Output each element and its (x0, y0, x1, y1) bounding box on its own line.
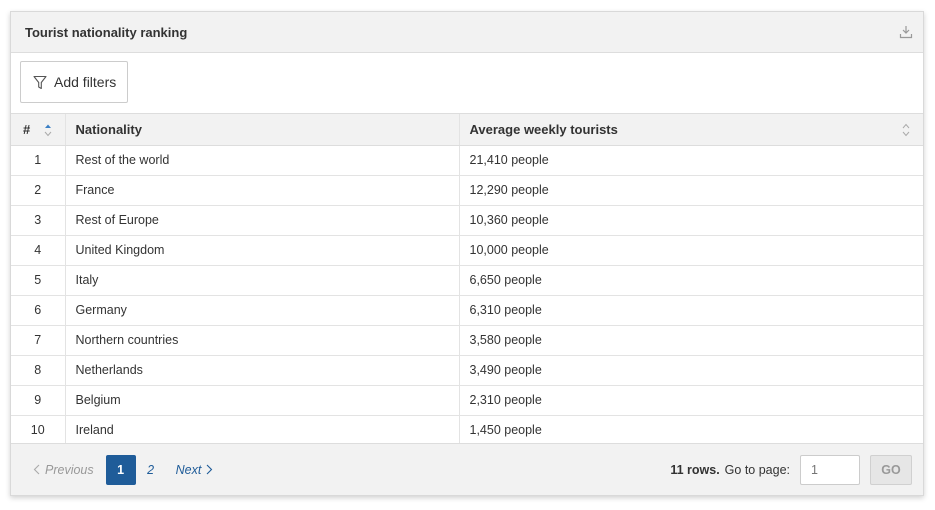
nationality-cell: Northern countries (65, 325, 460, 356)
rank-cell: 4 (11, 235, 66, 266)
rank-cell: 2 (11, 175, 66, 206)
rank-cell: 1 (11, 145, 66, 176)
tourists-cell: 12,290 people (459, 175, 923, 206)
rank-cell: 8 (11, 355, 66, 386)
nationality-cell: Rest of the world (65, 145, 460, 176)
rank-cell: 9 (11, 385, 66, 416)
rank-cell: 5 (11, 265, 66, 296)
next-label: Next (175, 462, 202, 477)
nationality-cell: Netherlands (65, 355, 460, 386)
nationality-cell: Rest of Europe (65, 205, 460, 236)
card-header: Tourist nationality ranking (11, 12, 923, 53)
goto-page-controls: 11 rows. Go to page: GO (670, 454, 912, 485)
column-header-rank[interactable]: # (11, 114, 66, 146)
tourists-cell: 6,650 people (459, 265, 923, 296)
previous-button: Previous (33, 463, 94, 477)
next-button[interactable]: Next (176, 463, 214, 477)
card-title: Tourist nationality ranking (25, 24, 188, 40)
tourists-cell: 3,580 people (459, 325, 923, 356)
filter-toolbar: Add filters (11, 53, 923, 114)
sort-icon[interactable] (901, 123, 911, 137)
table-row: 6 Germany 6,310 people (11, 295, 923, 326)
download-icon[interactable] (898, 24, 914, 40)
previous-label: Previous (45, 462, 94, 477)
table-header-row: # Nationality Average weekly tourists (11, 114, 923, 146)
nationality-cell: Ireland (65, 415, 460, 446)
table-row: 8 Netherlands 3,490 people (11, 355, 923, 386)
table-row: 5 Italy 6,650 people (11, 265, 923, 296)
rank-cell: 6 (11, 295, 66, 326)
table-row: 1 Rest of the world 21,410 people (11, 145, 923, 176)
nationality-cell: Italy (65, 265, 460, 296)
table-row: 3 Rest of Europe 10,360 people (11, 205, 923, 236)
nationality-cell: Belgium (65, 385, 460, 416)
sort-ascending-active-icon[interactable] (43, 123, 53, 137)
ranking-table: # Nationality Average weekly tourists 1 … (11, 114, 923, 446)
table-row: 10 Ireland 1,450 people (11, 415, 923, 446)
tourists-cell: 10,000 people (459, 235, 923, 266)
goto-label: Go to page: (724, 462, 790, 477)
column-header-tourists[interactable]: Average weekly tourists (459, 114, 923, 146)
tourists-cell: 21,410 people (459, 145, 923, 176)
pager: Previous 1 2 Next (33, 454, 214, 485)
tourists-cell: 6,310 people (459, 295, 923, 326)
rank-cell: 3 (11, 205, 66, 236)
tourists-cell: 10,360 people (459, 205, 923, 236)
tourists-cell: 2,310 people (459, 385, 923, 416)
nationality-cell: United Kingdom (65, 235, 460, 266)
table-row: 9 Belgium 2,310 people (11, 385, 923, 416)
nationality-cell: Germany (65, 295, 460, 326)
rank-cell: 7 (11, 325, 66, 356)
table-row: 2 France 12,290 people (11, 175, 923, 206)
chevron-right-icon (206, 464, 213, 475)
chevron-left-icon (33, 464, 40, 475)
funnel-icon (33, 74, 49, 90)
rank-cell: 10 (11, 415, 66, 446)
tourist-ranking-card: Tourist nationality ranking Add filters (10, 11, 924, 496)
table-row: 4 United Kingdom 10,000 people (11, 235, 923, 266)
page-button-2[interactable]: 2 (136, 463, 166, 477)
page-button-1[interactable]: 1 (105, 454, 136, 485)
table-row: 7 Northern countries 3,580 people (11, 325, 923, 356)
pagination-footer: Previous 1 2 Next 11 rows. Go to page: G… (11, 443, 923, 495)
tourists-cell: 3,490 people (459, 355, 923, 386)
column-header-nationality[interactable]: Nationality (65, 114, 460, 146)
add-filters-label: Add filters (54, 74, 117, 90)
rows-count: 11 rows. (670, 462, 720, 477)
tourists-cell: 1,450 people (459, 415, 923, 446)
go-button[interactable]: GO (870, 454, 912, 485)
nationality-cell: France (65, 175, 460, 206)
add-filters-button[interactable]: Add filters (20, 61, 128, 103)
goto-page-input[interactable] (800, 454, 860, 485)
